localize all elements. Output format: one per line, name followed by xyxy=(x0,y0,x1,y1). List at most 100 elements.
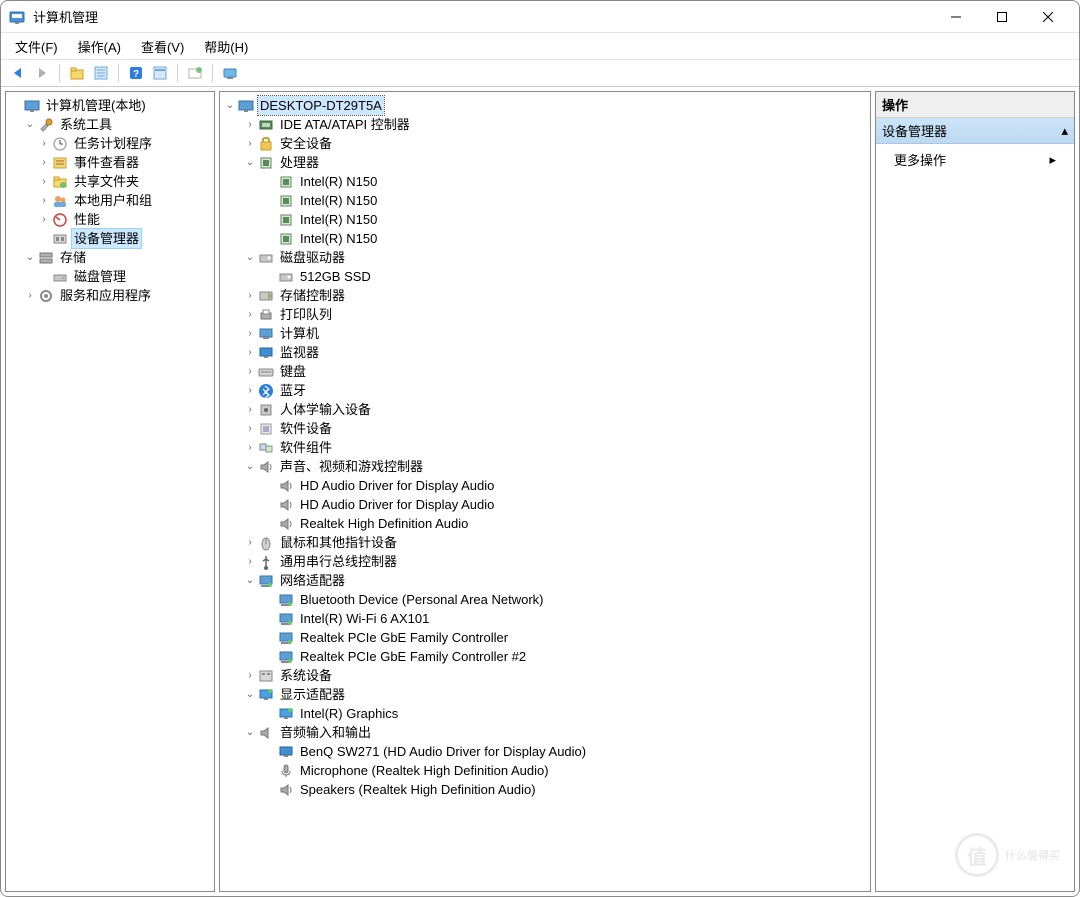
expand-icon[interactable]: › xyxy=(36,193,52,209)
tree-item[interactable]: Bluetooth Device (Personal Area Network) xyxy=(222,590,868,609)
tree-item[interactable]: 512GB SSD xyxy=(222,267,868,286)
blank-icon[interactable] xyxy=(262,782,278,798)
tree-item[interactable]: ›通用串行总线控制器 xyxy=(222,552,868,571)
close-button[interactable] xyxy=(1025,1,1071,33)
tree-item[interactable]: Intel(R) N150 xyxy=(222,229,868,248)
expand-icon[interactable]: › xyxy=(242,421,258,437)
scan-button[interactable] xyxy=(219,62,241,84)
tree-disk-mgmt[interactable]: 磁盘管理 xyxy=(8,267,212,286)
menu-help[interactable]: 帮助(H) xyxy=(194,35,258,58)
tree-item[interactable]: ›软件组件 xyxy=(222,438,868,457)
tree-task-scheduler[interactable]: › 任务计划程序 xyxy=(8,134,212,153)
blank-icon[interactable] xyxy=(262,649,278,665)
tree-item[interactable]: ›蓝牙 xyxy=(222,381,868,400)
expand-icon[interactable]: › xyxy=(242,307,258,323)
show-hide-button[interactable] xyxy=(184,62,206,84)
blank-icon[interactable] xyxy=(262,744,278,760)
tree-item[interactable]: Intel(R) Graphics xyxy=(222,704,868,723)
expand-icon[interactable]: › xyxy=(242,364,258,380)
blank-icon[interactable] xyxy=(262,193,278,209)
expand-icon[interactable]: › xyxy=(36,174,52,190)
blank-icon[interactable] xyxy=(262,611,278,627)
expand-icon[interactable]: › xyxy=(242,440,258,456)
tree-item[interactable]: ›系统设备 xyxy=(222,666,868,685)
tree-item[interactable]: BenQ SW271 (HD Audio Driver for Display … xyxy=(222,742,868,761)
expand-icon[interactable]: › xyxy=(242,383,258,399)
tree-item[interactable]: HD Audio Driver for Display Audio xyxy=(222,495,868,514)
tree-item[interactable]: ⌄DESKTOP-DT29T5A xyxy=(222,96,868,115)
tree-item[interactable]: Intel(R) N150 xyxy=(222,191,868,210)
tree-item[interactable]: ⌄声音、视频和游戏控制器 xyxy=(222,457,868,476)
menu-view[interactable]: 查看(V) xyxy=(131,35,194,58)
minimize-button[interactable] xyxy=(933,1,979,33)
expand-icon[interactable]: › xyxy=(242,136,258,152)
tree-item[interactable]: ⌄磁盘驱动器 xyxy=(222,248,868,267)
tree-device-manager[interactable]: 设备管理器 xyxy=(8,229,212,248)
collapse-icon[interactable]: ⌄ xyxy=(242,573,258,589)
collapse-icon[interactable]: ⌄ xyxy=(22,250,38,266)
collapse-icon[interactable]: ⌄ xyxy=(242,250,258,266)
properties-button[interactable] xyxy=(90,62,112,84)
tree-item[interactable]: ›监视器 xyxy=(222,343,868,362)
blank-icon[interactable] xyxy=(262,516,278,532)
expand-icon[interactable]: › xyxy=(242,402,258,418)
tree-item[interactable]: HD Audio Driver for Display Audio xyxy=(222,476,868,495)
forward-button[interactable] xyxy=(31,62,53,84)
blank-icon[interactable] xyxy=(262,763,278,779)
blank-icon[interactable] xyxy=(262,592,278,608)
tree-item[interactable]: ›打印队列 xyxy=(222,305,868,324)
tree-item[interactable]: Microphone (Realtek High Definition Audi… xyxy=(222,761,868,780)
expand-icon[interactable]: › xyxy=(242,554,258,570)
tree-item[interactable]: Realtek PCIe GbE Family Controller xyxy=(222,628,868,647)
tree-item[interactable]: Intel(R) N150 xyxy=(222,210,868,229)
blank-icon[interactable] xyxy=(262,706,278,722)
tree-root[interactable]: 计算机管理(本地) xyxy=(8,96,212,115)
tree-item[interactable]: ⌄处理器 xyxy=(222,153,868,172)
collapse-icon[interactable]: ⌄ xyxy=(242,725,258,741)
tree-item[interactable]: ›鼠标和其他指针设备 xyxy=(222,533,868,552)
tree-item[interactable]: Intel(R) Wi-Fi 6 AX101 xyxy=(222,609,868,628)
actions-group[interactable]: 设备管理器 ▴ xyxy=(876,118,1074,144)
tree-item[interactable]: Speakers (Realtek High Definition Audio) xyxy=(222,780,868,799)
expand-icon[interactable] xyxy=(8,98,24,114)
tree-item[interactable]: ›软件设备 xyxy=(222,419,868,438)
expand-icon[interactable]: › xyxy=(36,212,52,228)
tree-item[interactable]: ›IDE ATA/ATAPI 控制器 xyxy=(222,115,868,134)
tree-performance[interactable]: › 性能 xyxy=(8,210,212,229)
tree-item[interactable]: Intel(R) N150 xyxy=(222,172,868,191)
tree-item[interactable]: Realtek High Definition Audio xyxy=(222,514,868,533)
expand-icon[interactable]: › xyxy=(242,535,258,551)
tree-item[interactable]: ›人体学输入设备 xyxy=(222,400,868,419)
maximize-button[interactable] xyxy=(979,1,1025,33)
blank-icon[interactable] xyxy=(262,212,278,228)
tree-item[interactable]: ⌄网络适配器 xyxy=(222,571,868,590)
tree-item[interactable]: ›键盘 xyxy=(222,362,868,381)
tree-item[interactable]: ›存储控制器 xyxy=(222,286,868,305)
tree-item[interactable]: ›安全设备 xyxy=(222,134,868,153)
tree-item[interactable]: ⌄显示适配器 xyxy=(222,685,868,704)
menu-action[interactable]: 操作(A) xyxy=(68,35,131,58)
blank-icon[interactable] xyxy=(262,478,278,494)
left-tree[interactable]: 计算机管理(本地) ⌄ 系统工具 › 任务计划程序 › 事件查看器 xyxy=(5,91,215,892)
blank-icon[interactable] xyxy=(262,497,278,513)
view-list-button[interactable] xyxy=(149,62,171,84)
blank-icon[interactable] xyxy=(262,630,278,646)
tree-item[interactable]: Realtek PCIe GbE Family Controller #2 xyxy=(222,647,868,666)
tree-services[interactable]: › 服务和应用程序 xyxy=(8,286,212,305)
collapse-icon[interactable]: ⌄ xyxy=(222,98,238,114)
tree-system-tools[interactable]: ⌄ 系统工具 xyxy=(8,115,212,134)
expand-icon[interactable]: › xyxy=(36,136,52,152)
back-button[interactable] xyxy=(7,62,29,84)
blank-icon[interactable] xyxy=(262,174,278,190)
collapse-icon[interactable]: ⌄ xyxy=(242,687,258,703)
expand-icon[interactable]: › xyxy=(242,345,258,361)
blank-icon[interactable] xyxy=(262,269,278,285)
tree-shared-folders[interactable]: › 共享文件夹 xyxy=(8,172,212,191)
expand-icon[interactable]: › xyxy=(242,326,258,342)
menu-file[interactable]: 文件(F) xyxy=(5,35,68,58)
collapse-icon[interactable]: ⌄ xyxy=(242,459,258,475)
expand-icon[interactable] xyxy=(36,231,52,247)
tree-item[interactable]: ⌄音频输入和输出 xyxy=(222,723,868,742)
tree-item[interactable]: ›计算机 xyxy=(222,324,868,343)
tree-event-viewer[interactable]: › 事件查看器 xyxy=(8,153,212,172)
